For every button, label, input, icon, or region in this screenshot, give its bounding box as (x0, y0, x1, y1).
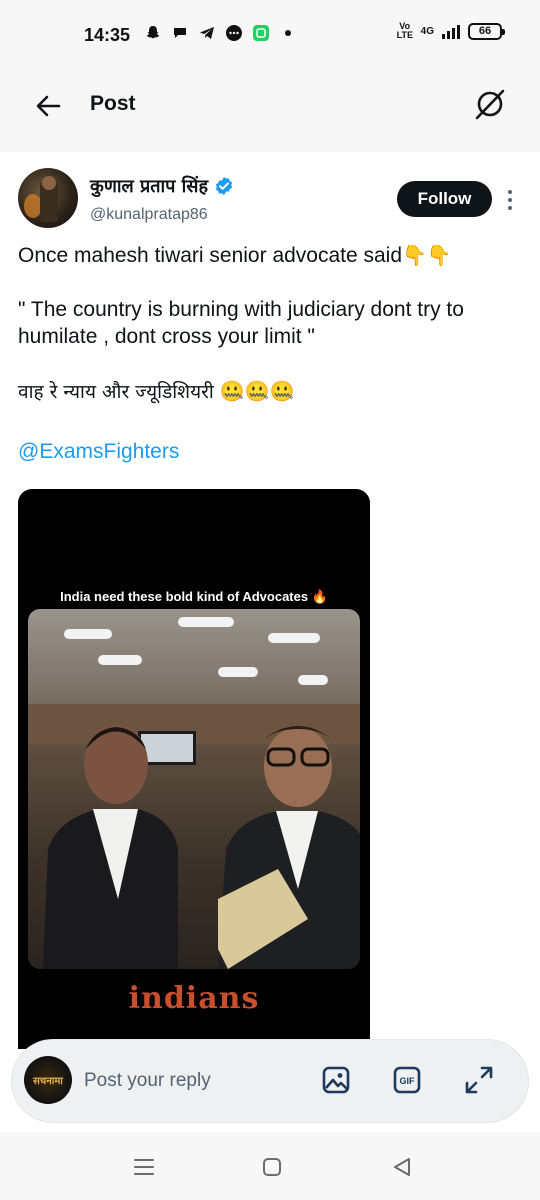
video-frame (28, 609, 360, 969)
reply-avatar: सचनामा (24, 1056, 72, 1104)
image-icon (322, 1066, 350, 1094)
network-type: 4G (420, 25, 434, 37)
system-nav-bar (0, 1132, 540, 1200)
follow-button[interactable]: Follow (397, 181, 492, 217)
volte-indicator: Vo LTE (396, 21, 413, 40)
post-text-line-1-text: Once mahesh tiwari senior advocate said (18, 244, 403, 267)
gif-button[interactable]: GIF (389, 1062, 425, 1098)
post-text-line-3-text: वाह रे न्याय और ज्यूडिशियरी (18, 381, 214, 403)
video-caption: India need these bold kind of Advocates … (60, 589, 328, 604)
mention-link[interactable]: @ExamsFighters (18, 438, 179, 465)
svg-text:GIF: GIF (400, 1076, 416, 1086)
status-bar: 14:35 Vo LTE 4G 66 (0, 0, 540, 72)
status-time: 14:35 (84, 25, 131, 45)
battery-level: 66 (478, 25, 492, 37)
menu-lines-icon (134, 1159, 154, 1175)
post-text-line-3: वाह रे न्याय और ज्यूडिशियरी 🤐🤐🤐 (18, 378, 295, 406)
grok-icon (475, 89, 505, 120)
author-handle[interactable]: @kunalpratap86 (90, 206, 208, 224)
author-avatar[interactable] (18, 168, 78, 228)
recent-apps-button[interactable] (131, 1154, 157, 1180)
home-button[interactable] (259, 1154, 285, 1180)
messages-icon (225, 24, 243, 42)
snapchat-icon (144, 24, 162, 42)
advocate-figure-left (43, 724, 178, 969)
zipper-mouth-emoji: 🤐🤐🤐 (219, 379, 295, 403)
point-down-emoji: 👇👇 (402, 245, 452, 267)
signal-icon (442, 23, 460, 39)
video-media[interactable]: India need these bold kind of Advocates … (18, 489, 370, 1049)
back-button[interactable] (30, 88, 66, 124)
verified-badge-icon (215, 177, 233, 195)
image-upload-button[interactable] (318, 1062, 354, 1098)
reply-input[interactable] (84, 1066, 284, 1096)
gif-icon: GIF (393, 1066, 421, 1094)
battery-icon: 66 (468, 22, 505, 40)
reply-avatar-text: सचनामा (33, 1076, 63, 1087)
advocate-figure-right (218, 726, 360, 969)
notification-icons (144, 24, 297, 42)
chat-bubble-icon (171, 24, 189, 42)
telegram-icon (198, 24, 216, 42)
back-nav-button[interactable] (389, 1154, 415, 1180)
green-app-icon (252, 24, 270, 42)
status-right: Vo LTE 4G 66 (396, 21, 505, 40)
triangle-back-icon (394, 1158, 410, 1176)
grok-button[interactable] (470, 84, 510, 124)
expand-button[interactable] (461, 1062, 497, 1098)
video-watermark: indians (128, 981, 260, 1016)
page-title: Post (90, 92, 136, 115)
reply-bar: सचनामा GIF (12, 1040, 528, 1122)
author-name-row: कुणाल प्रताप सिंह (90, 174, 234, 198)
arrow-left-icon (36, 95, 61, 117)
more-options-icon[interactable] (500, 182, 520, 218)
more-notifications-dot (279, 24, 297, 42)
expand-icon (465, 1066, 493, 1094)
post-text-quote: " The country is burning with judiciary … (18, 298, 464, 348)
square-icon (263, 1158, 281, 1176)
app-header: Post (0, 72, 540, 152)
post-text-line-1: Once mahesh tiwari senior advocate said👇… (18, 242, 452, 270)
author-display-name[interactable]: कुणाल प्रताप सिंह (90, 174, 208, 198)
